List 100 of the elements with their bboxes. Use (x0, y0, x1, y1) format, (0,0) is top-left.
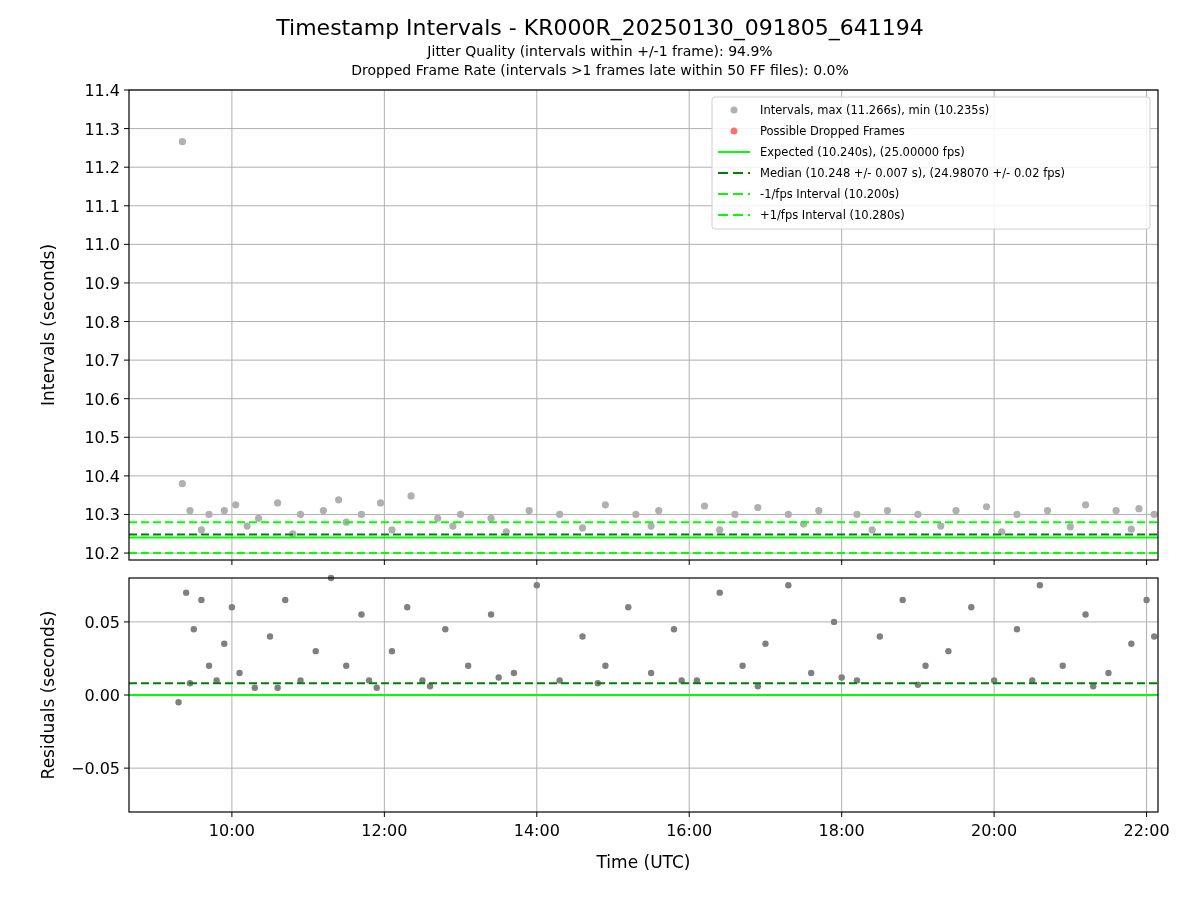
data-point (243, 522, 251, 530)
data-point (945, 647, 952, 655)
data-point (678, 677, 685, 684)
legend-label: Intervals, max (11.266s), min (10.235s) (760, 103, 990, 117)
tick-label: 20:00 (971, 821, 1018, 840)
data-point (1090, 683, 1097, 690)
data-point (1082, 501, 1090, 509)
tick-label: 10.4 (84, 466, 120, 486)
data-point (335, 496, 343, 504)
data-point (182, 589, 190, 596)
data-point (1127, 525, 1135, 533)
data-point (754, 683, 762, 690)
data-point (510, 669, 518, 677)
data-point (647, 522, 655, 530)
data-point (1013, 626, 1021, 633)
data-point (754, 503, 762, 512)
data-point (1151, 633, 1158, 640)
data-point (1082, 611, 1089, 618)
data-point (853, 677, 861, 684)
tick-label: 0.00 (84, 686, 120, 705)
data-point (236, 669, 243, 677)
data-point (700, 502, 709, 510)
data-point (343, 662, 350, 669)
data-point (274, 499, 282, 507)
data-point (327, 574, 335, 582)
tick-label: 18:00 (818, 821, 865, 840)
tick-label: 10.6 (84, 389, 120, 409)
data-point (312, 647, 319, 655)
tick-label: 11.1 (84, 196, 120, 216)
data-point (716, 589, 723, 596)
data-point (1059, 662, 1066, 669)
data-point (297, 677, 304, 684)
data-point (899, 596, 906, 604)
data-point (739, 662, 746, 669)
data-point (808, 669, 815, 677)
data-point (693, 677, 701, 684)
tick-label: 10.3 (84, 505, 120, 525)
data-point (251, 684, 258, 691)
data-point (830, 618, 838, 626)
tick-label: 10:00 (208, 821, 255, 840)
tick-label: 14:00 (513, 821, 560, 840)
tick-label: 12:00 (361, 821, 408, 840)
data-point (228, 604, 236, 611)
data-point (578, 524, 587, 532)
tick-label: 10.5 (84, 428, 120, 448)
data-point (274, 684, 281, 691)
data-point (968, 604, 975, 611)
data-point (175, 699, 182, 706)
axis-title: Intervals (seconds) (38, 243, 58, 407)
data-point (186, 680, 194, 687)
data-point (289, 530, 297, 538)
chart-subtitle: Jitter Quality (intervals within +/-1 frame): 94.9% (427, 42, 773, 61)
data-point (487, 611, 495, 618)
data-point (625, 604, 632, 611)
data-point (449, 522, 457, 530)
data-point (502, 528, 510, 536)
data-point (358, 611, 365, 618)
data-point (556, 677, 563, 684)
data-point (404, 604, 411, 611)
legend-label: -1/fps Interval (10.200s) (760, 187, 900, 201)
tick-label: 11.4 (84, 81, 120, 100)
data-point (1029, 677, 1036, 684)
chart-subtitle: Dropped Frame Rate (intervals >1 frames late within 50 FF files): 0.0% (351, 61, 849, 80)
data-point (1135, 505, 1143, 513)
tick-label: −0.05 (70, 759, 120, 779)
data-point (266, 633, 274, 640)
axis-title: Residuals (seconds) (38, 610, 58, 780)
tick-label: 16:00 (666, 821, 713, 840)
data-point (178, 480, 186, 488)
tick-label: 11.0 (84, 235, 120, 255)
tick-label: 10.8 (84, 312, 120, 332)
data-point (601, 501, 609, 509)
data-point (914, 681, 922, 688)
data-point (495, 674, 502, 681)
tick-label: 11.3 (84, 119, 120, 139)
data-point (178, 138, 186, 146)
data-point (579, 633, 586, 640)
legend-label: +1/fps Interval (10.280s) (760, 208, 905, 222)
data-point (716, 526, 724, 534)
data-point (221, 640, 228, 647)
data-point (1143, 596, 1150, 604)
data-point (465, 662, 472, 669)
tick-label: 22:00 (1123, 821, 1170, 840)
data-point (1105, 669, 1112, 677)
data-point (198, 596, 205, 604)
data-point (533, 582, 540, 589)
data-point (785, 582, 792, 589)
data-point (799, 520, 808, 528)
data-point (388, 526, 396, 534)
data-point (1128, 640, 1135, 647)
data-point (407, 492, 415, 500)
data-point (190, 626, 197, 633)
tick-label: 10.2 (84, 544, 120, 564)
data-point (342, 518, 350, 526)
legend-label: Possible Dropped Frames (760, 124, 905, 138)
data-point (982, 503, 991, 511)
data-point (282, 596, 289, 604)
data-point (670, 626, 678, 633)
data-point (922, 662, 929, 669)
data-point (442, 626, 449, 633)
